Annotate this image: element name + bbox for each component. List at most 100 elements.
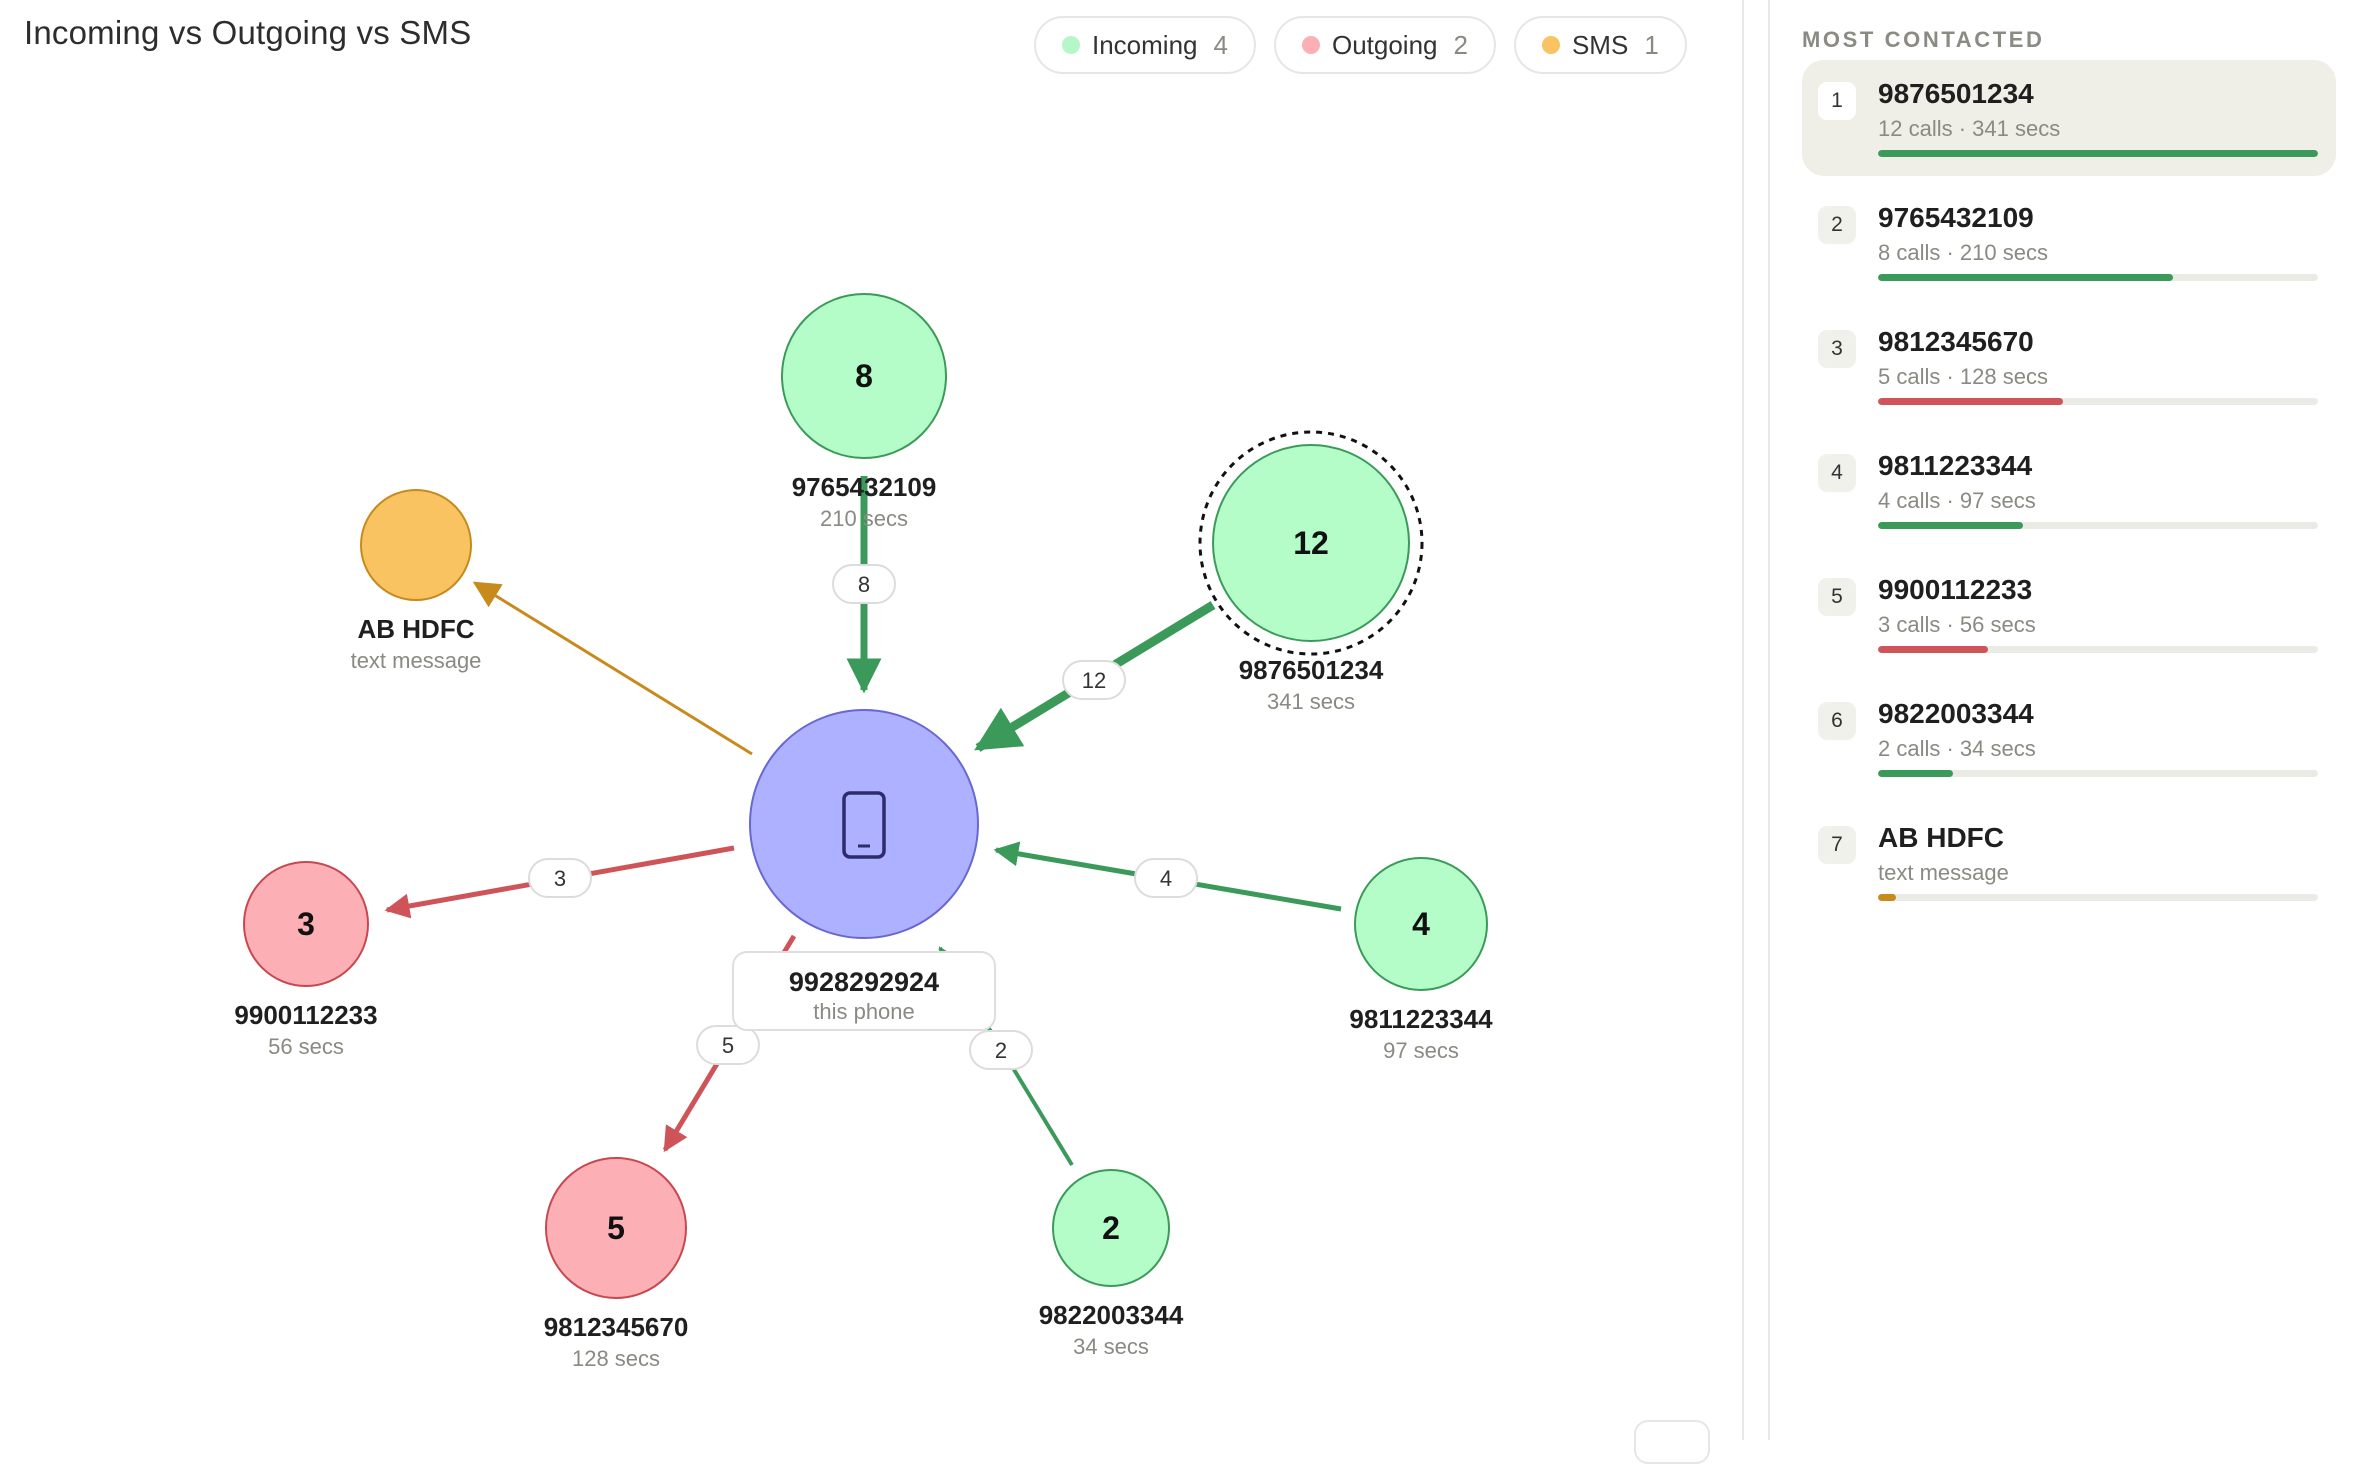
node-detail: 56 secs [268, 1034, 344, 1059]
contact-name: AB HDFC [1878, 822, 2004, 853]
pane-divider[interactable] [1742, 0, 1744, 1440]
rank-badge: 4 [1818, 454, 1856, 492]
contact-share-fill [1878, 894, 1896, 901]
contact-share-bar [1878, 150, 2318, 157]
contact-stats: text message [1878, 860, 2009, 885]
node-count: 2 [1102, 1210, 1120, 1246]
contact-name: 9765432109 [1878, 202, 2034, 233]
contact-stats: 5 calls · 128 secs [1878, 364, 2048, 389]
contact-item[interactable]: 1 9876501234 12 calls · 341 secs [1802, 60, 2336, 176]
edge-label: 8 [858, 572, 870, 597]
rank-badge: 7 [1818, 826, 1856, 864]
center-node-circle[interactable] [749, 709, 979, 939]
contact-list: 1 9876501234 12 calls · 341 secs 2 976543210… [1802, 60, 2336, 928]
edge-label: 2 [995, 1038, 1007, 1063]
node-sms[interactable]: AB HDFC text message [351, 489, 482, 673]
contact-name: 9812345670 [1878, 326, 2034, 357]
node-number: 9811223344 [1349, 1004, 1493, 1034]
center-number: 9928292924 [789, 967, 939, 997]
legend-label: SMS [1571, 29, 1629, 60]
contact-item[interactable]: 6 9822003344 2 calls · 34 secs [1802, 680, 2336, 796]
legend-chip-incoming[interactable]: Incoming 4 [1034, 16, 1256, 74]
node-count: 3 [297, 906, 315, 942]
edge-sms[interactable] [472, 581, 753, 756]
contact-name: 9822003344 [1878, 698, 2034, 729]
legend: Incoming 4 Outgoing 2 SMS 1 [1034, 16, 1687, 74]
contact-share-fill [1878, 770, 1953, 777]
page-title: Incoming vs Outgoing vs SMS [24, 14, 472, 51]
rank-badge: 2 [1818, 206, 1856, 244]
app: 8 12 4 2 5 3 9928292924 this phone 8 9765432109 21… [0, 0, 2368, 1464]
rank-badge: 6 [1818, 702, 1856, 740]
contact-item[interactable]: 5 9900112233 3 calls · 56 secs [1802, 556, 2336, 672]
contact-name: 9900112233 [1878, 574, 2033, 605]
most-contacted-panel: MOST CONTACTED 1 9876501234 12 calls · 341… [1770, 0, 2368, 1440]
node-outgoing[interactable]: 5 9812345670 128 secs [544, 1157, 689, 1371]
contact-name: 9811223344 [1878, 450, 2033, 481]
legend-count: 4 [1213, 29, 1228, 60]
contact-share-fill [1878, 522, 2024, 529]
center-caption: this phone [813, 999, 915, 1024]
node-number: 9876501234 [1239, 655, 1384, 685]
legend-count: 2 [1453, 29, 1468, 60]
node-detail: text message [351, 648, 482, 673]
legend-count: 1 [1644, 29, 1659, 60]
legend-dot-outgoing [1301, 36, 1320, 54]
contact-item[interactable]: 3 9812345670 5 calls · 128 secs [1802, 308, 2336, 424]
node-number: 9812345670 [544, 1312, 689, 1342]
node-incoming[interactable]: 2 9822003344 34 secs [1039, 1169, 1184, 1359]
rank-badge: 1 [1818, 82, 1856, 120]
node-count: 4 [1412, 906, 1430, 942]
rank-badge: 3 [1818, 330, 1856, 368]
node-detail: 341 secs [1267, 689, 1355, 714]
contact-share-bar [1878, 274, 2318, 281]
node-incoming[interactable]: 4 9811223344 97 secs [1349, 857, 1493, 1063]
legend-chip-sms[interactable]: SMS 1 [1513, 16, 1687, 74]
contact-item[interactable]: 7 AB HDFC text message [1802, 804, 2336, 920]
legend-dot-incoming [1062, 36, 1080, 54]
edge-label: 5 [722, 1033, 734, 1058]
contact-item[interactable]: 2 9765432109 8 calls · 210 secs [1802, 184, 2336, 300]
node-detail: 97 secs [1383, 1038, 1459, 1063]
legend-label: Incoming [1092, 29, 1198, 60]
contact-share-bar [1878, 522, 2318, 529]
node-number: 9765432109 [792, 472, 937, 502]
contact-share-fill [1878, 150, 2318, 157]
node-number: 9900112233 [234, 1000, 377, 1030]
edge-label: 3 [554, 866, 566, 891]
legend-label: Outgoing [1331, 29, 1438, 60]
node-layer: 9928292924this phone 8 9765432109 210 secs 1… [234, 293, 1493, 1371]
node-detail: 34 secs [1073, 1334, 1149, 1359]
node-detail: 210 secs [820, 506, 908, 531]
legend-dot-sms [1541, 36, 1560, 54]
contact-item[interactable]: 4 9811223344 4 calls · 97 secs [1802, 432, 2336, 548]
contact-share-bar [1878, 894, 2318, 901]
node-incoming[interactable]: 12 9876501234 341 secs [1198, 430, 1424, 714]
contact-stats: 4 calls · 97 secs [1878, 488, 2036, 513]
node-detail: 128 secs [572, 1346, 660, 1371]
contact-share-fill [1878, 646, 1988, 653]
graph-pane: 8 12 4 2 5 3 9928292924 this phone 8 9765432109 21… [0, 0, 1742, 1464]
contact-share-bar [1878, 770, 2318, 777]
contact-share-fill [1878, 274, 2173, 281]
center-node[interactable] [749, 709, 979, 939]
edge-label: 4 [1160, 866, 1172, 891]
contact-stats: 8 calls · 210 secs [1878, 240, 2048, 265]
contact-graph[interactable]: 81242539928292924this phone8976543210921… [0, 0, 1742, 1440]
node-number: 9822003344 [1039, 1300, 1184, 1330]
legend-chip-outgoing[interactable]: Outgoing 2 [1273, 16, 1496, 74]
contact-stats: 3 calls · 56 secs [1878, 612, 2036, 637]
zoom-control[interactable] [1634, 1420, 1710, 1464]
edge-label: 12 [1082, 668, 1106, 693]
node-count: 5 [607, 1210, 625, 1246]
contact-share-bar [1878, 398, 2318, 405]
node-count: 12 [1293, 525, 1329, 561]
node-number: AB HDFC [358, 614, 475, 644]
node-incoming[interactable]: 8 9765432109 210 secs [781, 293, 947, 531]
contact-stats: 12 calls · 341 secs [1878, 116, 2061, 141]
contact-share-bar [1878, 646, 2318, 653]
node-circle[interactable] [360, 489, 472, 601]
node-outgoing[interactable]: 3 9900112233 56 secs [234, 861, 378, 1059]
contact-share-fill [1878, 398, 2063, 405]
contact-stats: 2 calls · 34 secs [1878, 736, 2036, 761]
